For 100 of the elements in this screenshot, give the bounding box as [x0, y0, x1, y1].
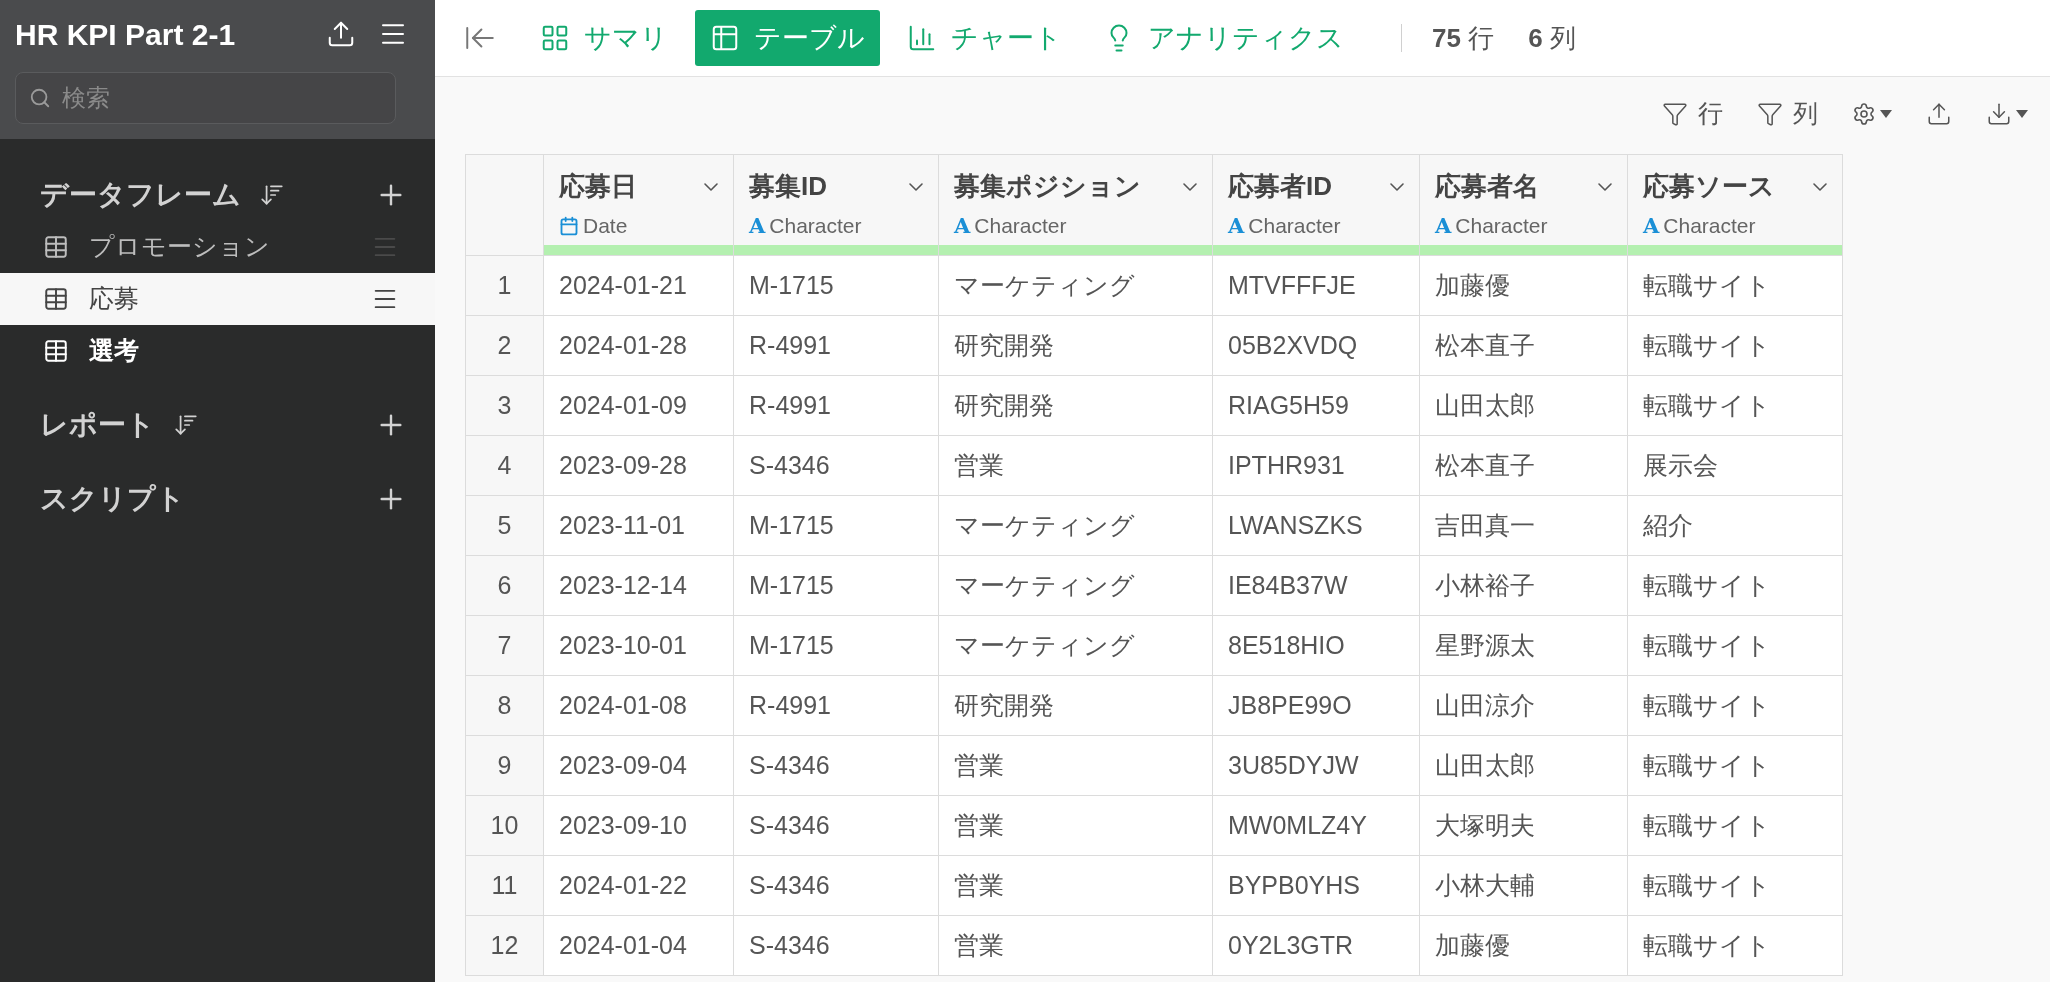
column-type: Character — [974, 213, 1067, 239]
column-header[interactable]: 募集ID A Character — [733, 154, 939, 256]
filter-icon — [1662, 100, 1688, 127]
table-cell: マーケティング — [938, 495, 1213, 556]
table-cell: 2024-01-08 — [543, 675, 734, 736]
caret-icon — [2016, 109, 2028, 118]
table-cell: 2024-01-09 — [543, 375, 734, 436]
table-cell: M-1715 — [733, 255, 939, 316]
table-cell: マーケティング — [938, 615, 1213, 676]
row-number: 3 — [465, 375, 544, 436]
table-cell: 転職サイト — [1627, 675, 1843, 736]
table-cell: 営業 — [938, 435, 1213, 496]
table-cell: S-4346 — [733, 735, 939, 796]
table-icon — [43, 338, 69, 364]
table-cell: 転職サイト — [1627, 555, 1843, 616]
table-cell: 紹介 — [1627, 495, 1843, 556]
column-header[interactable]: 応募者ID A Character — [1212, 154, 1420, 256]
column-name: 募集ID — [749, 170, 828, 203]
character-type-icon: A — [749, 215, 766, 237]
table-cell: JB8PE99O — [1212, 675, 1420, 736]
table-cell: 2023-12-14 — [543, 555, 734, 616]
table-cell: 2023-09-28 — [543, 435, 734, 496]
dataframe-item[interactable]: 選考 — [0, 325, 435, 377]
table-cell: LWANSZKS — [1212, 495, 1420, 556]
column-name: 応募者名 — [1435, 170, 1540, 203]
grid-icon — [540, 23, 570, 53]
column-count: 6 列 — [1528, 21, 1576, 55]
table-cell: 山田涼介 — [1419, 675, 1628, 736]
table-cell: 加藤優 — [1419, 915, 1628, 976]
table-cell: マーケティング — [938, 255, 1213, 316]
sort-icon[interactable] — [259, 182, 285, 208]
table-cell: 転職サイト — [1627, 255, 1843, 316]
table-cell: S-4346 — [733, 915, 939, 976]
table-cell: 営業 — [938, 915, 1213, 976]
table-cell: R-4991 — [733, 315, 939, 376]
dataframe-item[interactable]: プロモーション — [0, 221, 435, 273]
table-cell: 0Y2L3GTR — [1212, 915, 1420, 976]
table-cell: 2023-11-01 — [543, 495, 734, 556]
table-cell: 2023-09-04 — [543, 735, 734, 796]
row-number: 1 — [465, 255, 544, 316]
table-cell: IPTHR931 — [1212, 435, 1420, 496]
search-icon — [29, 87, 51, 109]
table-cell: 転職サイト — [1627, 915, 1843, 976]
table-cell: 山田太郎 — [1419, 735, 1628, 796]
table-cell: 小林裕子 — [1419, 555, 1628, 616]
table-cell: IE84B37W — [1212, 555, 1420, 616]
column-name: 応募日 — [559, 170, 638, 203]
column-header[interactable]: 募集ポジション A Character — [938, 154, 1213, 256]
table-cell: マーケティング — [938, 555, 1213, 616]
table-cell: M-1715 — [733, 555, 939, 616]
table-cell: S-4346 — [733, 795, 939, 856]
table-icon — [43, 286, 69, 312]
row-number: 6 — [465, 555, 544, 616]
table-cell: 8E518HIO — [1212, 615, 1420, 676]
character-type-icon: A — [954, 215, 971, 237]
table-cell: 3U85DYJW — [1212, 735, 1420, 796]
character-type-icon: A — [1435, 215, 1452, 237]
table-cell: 転職サイト — [1627, 735, 1843, 796]
table-cell: 研究開発 — [938, 375, 1213, 436]
row-number: 5 — [465, 495, 544, 556]
table-cell: 2024-01-22 — [543, 855, 734, 916]
search-field[interactable]: 検索 — [15, 72, 396, 124]
table-cell: 転職サイト — [1627, 795, 1843, 856]
row-number: 11 — [465, 855, 544, 916]
column-name: 応募者ID — [1228, 170, 1333, 203]
character-type-icon: A — [1643, 215, 1660, 237]
table-cell: M-1715 — [733, 615, 939, 676]
sort-icon[interactable] — [173, 412, 199, 438]
column-filter-button[interactable]: 列 — [1757, 94, 1818, 133]
table-cell: S-4346 — [733, 435, 939, 496]
table-cell: 松本直子 — [1419, 315, 1628, 376]
column-name: 募集ポジション — [954, 170, 1142, 203]
row-number: 12 — [465, 915, 544, 976]
table-cell: 05B2XVDQ — [1212, 315, 1420, 376]
row-number: 10 — [465, 795, 544, 856]
section-heading: データフレーム — [40, 178, 241, 212]
column-type: Character — [769, 213, 862, 239]
project-title: HR KPI Part 2-1 — [15, 16, 237, 53]
column-header[interactable]: 応募者名 A Character — [1419, 154, 1628, 256]
row-number: 7 — [465, 615, 544, 676]
caret-icon — [1880, 109, 1892, 118]
table-cell: 営業 — [938, 795, 1213, 856]
settings-dropdown[interactable] — [1852, 101, 1892, 126]
table-cell: R-4991 — [733, 675, 939, 736]
column-type: Date — [583, 213, 628, 239]
table-cell: S-4346 — [733, 855, 939, 916]
column-header[interactable]: 応募ソース A Character — [1627, 154, 1843, 256]
column-type: Character — [1663, 213, 1756, 239]
column-header[interactable]: 応募日 Date — [543, 154, 734, 256]
dataframe-item[interactable]: 応募 — [0, 273, 435, 325]
table-cell: RIAG5H59 — [1212, 375, 1420, 436]
row-count: 75 行 — [1432, 21, 1495, 55]
row-filter-button[interactable]: 行 — [1662, 94, 1723, 133]
upload-icon[interactable] — [326, 19, 356, 49]
section-heading: スクリプト — [40, 482, 185, 516]
table-cell: 星野源太 — [1419, 615, 1628, 676]
table-cell: 山田太郎 — [1419, 375, 1628, 436]
table-cell: 2024-01-21 — [543, 255, 734, 316]
table-cell: 2023-10-01 — [543, 615, 734, 676]
column-name: 応募ソース — [1643, 170, 1776, 203]
